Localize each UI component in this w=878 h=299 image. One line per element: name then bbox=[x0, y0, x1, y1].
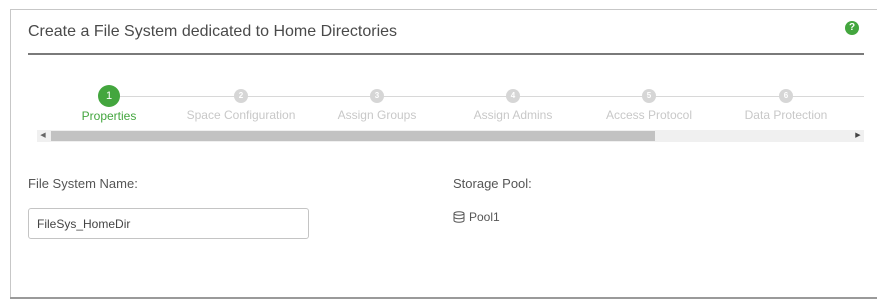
step-label: Properties bbox=[81, 109, 137, 123]
database-icon bbox=[453, 211, 465, 223]
dialog-title: Create a File System dedicated to Home D… bbox=[28, 23, 398, 40]
storage-pool-name: Pool1 bbox=[469, 210, 500, 224]
scrollbar-thumb[interactable] bbox=[51, 131, 655, 141]
step-number-badge: 1 bbox=[98, 85, 120, 107]
step-label: Assign Groups bbox=[337, 108, 417, 122]
wizard-step-access-protocol[interactable]: 5 Access Protocol bbox=[584, 85, 714, 122]
step-number-badge: 2 bbox=[234, 89, 248, 103]
step-label: Space Configuration bbox=[186, 108, 296, 122]
step-label: Assign Admins bbox=[473, 108, 553, 122]
step-number-badge: 6 bbox=[779, 89, 793, 103]
wizard-horizontal-scrollbar[interactable]: ◀ ▶ bbox=[37, 130, 864, 142]
step-label: Access Protocol bbox=[605, 108, 693, 122]
storage-pool-value: Pool1 bbox=[453, 210, 500, 224]
wizard-step-assign-admins[interactable]: 4 Assign Admins bbox=[448, 85, 578, 122]
step-number-badge: 3 bbox=[370, 89, 384, 103]
title-divider bbox=[28, 53, 864, 55]
help-icon[interactable]: ? bbox=[845, 21, 859, 35]
scroll-left-icon[interactable]: ◀ bbox=[37, 130, 49, 142]
step-label: Data Protection bbox=[744, 108, 828, 122]
wizard-step-properties[interactable]: 1 Properties bbox=[44, 85, 174, 123]
wizard-step-data-protection[interactable]: 6 Data Protection bbox=[721, 85, 851, 122]
step-number-badge: 5 bbox=[642, 89, 656, 103]
file-system-name-input[interactable] bbox=[28, 208, 309, 239]
storage-pool-label: Storage Pool: bbox=[453, 176, 532, 191]
wizard-step-assign-groups[interactable]: 3 Assign Groups bbox=[312, 85, 442, 122]
step-number-badge: 4 bbox=[506, 89, 520, 103]
file-system-name-label: File System Name: bbox=[28, 176, 138, 191]
wizard-step-space-configuration[interactable]: 2 Space Configuration bbox=[176, 85, 306, 122]
scroll-right-icon[interactable]: ▶ bbox=[852, 130, 864, 142]
